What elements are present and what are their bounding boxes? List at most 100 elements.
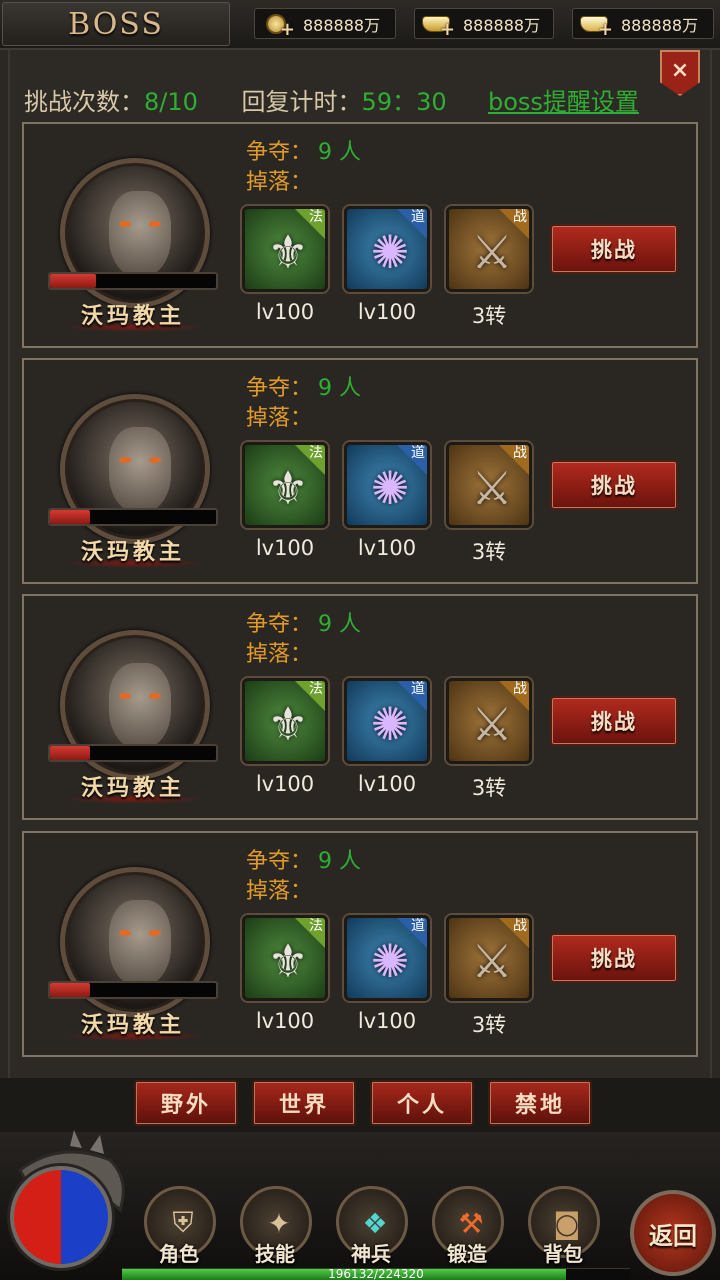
boss-card: 沃玛教主 争夺： 9 人掉落： ⚜ 法 lv100 ✺ 道 lv100 ⚔ 战 3转 挑战 [22,831,698,1057]
tab-world[interactable]: 世界 [252,1080,356,1126]
contest-value: 9 人 [318,612,362,637]
exp-text: 196132/224320 [328,1267,424,1280]
drop-item-label: lv100 [255,772,315,796]
drop-item-label: lv100 [357,772,417,796]
equipment-icon: ⚔ [471,225,513,279]
challenge-button[interactable]: 挑战 [550,224,678,274]
drop-item-label: lv100 [255,1009,315,1033]
boss-hp-bar [48,272,218,290]
drop-item[interactable]: ⚔ 战 [446,206,532,292]
drop-label: 掉落： [246,170,313,195]
nav-skill-label: 技能 [255,1242,295,1266]
nav-role-label: 角色 [159,1242,199,1266]
drop-item[interactable]: ⚜ 法 [242,206,328,292]
drop-item-label: 3转 [471,304,507,328]
equipment-icon: ✺ [370,934,410,988]
equipment-icon: ✺ [370,697,410,751]
boss-reminder-settings-link[interactable]: boss提醒设置 [488,82,639,117]
boss-screen: BOSS + 888888万 + 888888万 + 888888万 × 挑战次… [0,0,720,1280]
drop-label: 掉落： [246,406,313,431]
exp-bar: 196132/224320 [122,1267,630,1280]
gold-ingot-icon: + [415,8,457,39]
challenge-count-label: 挑战次数： [24,88,144,116]
boss-name: 沃玛教主 [80,776,185,801]
contest-value: 9 人 [318,376,362,401]
boss-name: 沃玛教主 [80,1013,185,1038]
challenge-button[interactable]: 挑战 [550,933,678,983]
boss-hp-fill [50,983,90,997]
contest-row: 争夺： 9 人 [246,843,361,875]
currency-value: 888888万 [463,15,541,35]
challenge-button[interactable]: 挑战 [550,460,678,510]
title-plate: BOSS [2,2,230,46]
drop-item-label: 3转 [471,540,507,564]
boss-hp-fill [50,746,90,760]
drop-item[interactable]: ✺ 道 [344,915,430,1001]
drop-item-label: lv100 [357,1009,417,1033]
contest-row: 争夺： 9 人 [246,134,361,166]
gold-coin-icon: + [255,8,297,39]
drop-label: 掉落： [246,879,313,904]
challenge-count-value: 8/10 [144,88,198,116]
contest-value: 9 人 [318,849,362,874]
anvil-icon: ⚒ [458,1206,484,1240]
currency-gold-ingot[interactable]: + 888888万 [414,8,554,39]
tab-personal[interactable]: 个人 [370,1080,474,1126]
drop-item-label: 3转 [471,1013,507,1037]
equipment-icon: ⚜ [267,225,309,279]
contest-row: 争夺： 9 人 [246,606,361,638]
nav-forge-label: 锻造 [447,1242,487,1266]
boss-hp-bar [48,508,218,526]
contest-label: 争夺： [246,849,313,874]
drop-item[interactable]: ✺ 道 [344,206,430,292]
equipment-icon: ⚔ [471,697,513,751]
boss-hp-bar [48,981,218,999]
drop-item[interactable]: ✺ 道 [344,678,430,764]
info-row: 挑战次数：8/10 回复计时：59：30 boss提醒设置 [24,82,664,116]
drop-item-label: 3转 [471,776,507,800]
hp-mp-orb [10,1166,112,1268]
equipment-icon: ⚔ [471,934,513,988]
nav-bag-label: 背包 [543,1242,583,1266]
boss-name: 沃玛教主 [80,304,185,329]
drop-item-label: lv100 [255,536,315,560]
boss-card: 沃玛教主 争夺： 9 人掉落： ⚜ 法 lv100 ✺ 道 lv100 ⚔ 战 3转 挑战 [22,122,698,348]
challenge-button[interactable]: 挑战 [550,696,678,746]
drop-label: 掉落： [246,642,313,667]
equipment-icon: ✺ [370,225,410,279]
back-button[interactable]: 返回 [630,1190,716,1276]
top-bar: BOSS + 888888万 + 888888万 + 888888万 [0,0,720,50]
drop-item[interactable]: ⚜ 法 [242,442,328,528]
drop-item-label: lv100 [357,300,417,324]
equipment-icon: ⚜ [267,461,309,515]
boss-card: 沃玛教主 争夺： 9 人掉落： ⚜ 法 lv100 ✺ 道 lv100 ⚔ 战 3转 挑战 [22,594,698,820]
boss-hp-bar [48,744,218,762]
drop-item[interactable]: ⚜ 法 [242,678,328,764]
equipment-icon: ⚜ [267,934,309,988]
boss-card: 沃玛教主 争夺： 9 人掉落： ⚜ 法 lv100 ✺ 道 lv100 ⚔ 战 3转 挑战 [22,358,698,584]
skill-book-icon: ✦ [267,1206,291,1240]
drop-item[interactable]: ⚔ 战 [446,442,532,528]
contest-label: 争夺： [246,612,313,637]
tab-forbidden-land[interactable]: 禁地 [488,1080,592,1126]
drop-item[interactable]: ⚔ 战 [446,915,532,1001]
drop-item-label: lv100 [255,300,315,324]
drop-item[interactable]: ⚔ 战 [446,678,532,764]
close-icon: × [670,58,690,83]
currency-silver-ingot[interactable]: + 888888万 [572,8,714,39]
currency-gold-coin[interactable]: + 888888万 [254,8,396,39]
nav-divine-weapon-label: 神兵 [351,1242,391,1266]
contest-label: 争夺： [246,140,313,165]
equipment-icon: ✺ [370,461,410,515]
equipment-icon: ⚔ [471,461,513,515]
drop-item[interactable]: ✺ 道 [344,442,430,528]
recover-timer-value: 59：30 [361,88,447,116]
boss-hp-fill [50,274,97,288]
currency-value: 888888万 [303,15,381,35]
drop-item[interactable]: ⚜ 法 [242,915,328,1001]
tab-wild[interactable]: 野外 [134,1080,238,1126]
drop-item-label: lv100 [357,536,417,560]
boss-hp-fill [50,510,90,524]
contest-value: 9 人 [318,140,362,165]
category-tabs: 野外 世界 个人 禁地 [0,1078,720,1132]
